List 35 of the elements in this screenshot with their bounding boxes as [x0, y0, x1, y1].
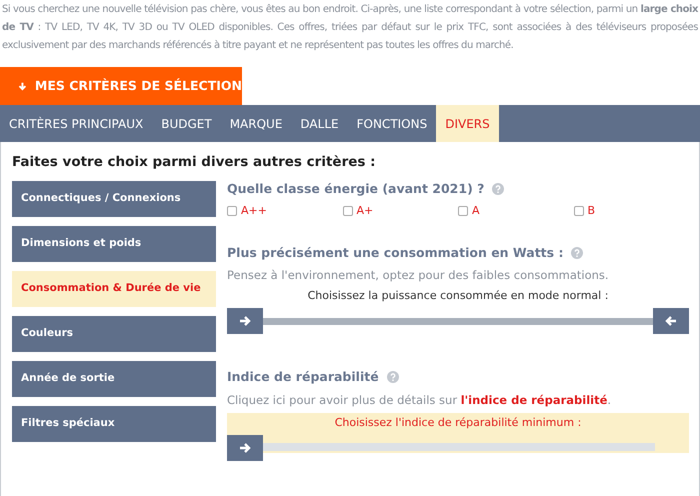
repair-text: Cliquez ici pour avoir plus de détails sur l'indice de réparabilité.: [227, 392, 612, 409]
sidebar-item[interactable]: Consommation & Durée de vie: [12, 271, 216, 307]
left-arrow-icon: [665, 315, 677, 327]
right-arrow-icon: [239, 315, 251, 327]
energy-checkbox[interactable]: B: [574, 203, 689, 220]
watts-hint: Pensez à l'environnement, optez pour des faibles consommations.: [227, 267, 610, 284]
slider-handle[interactable]: [227, 308, 263, 334]
watts-title: Plus précisément une consommation en Watts :: [227, 244, 689, 262]
panel-title: Faites votre choix parmi divers autres critères :: [12, 153, 377, 172]
repair-title: Indice de réparabilité: [227, 368, 689, 387]
repair-link[interactable]: l'indice de réparabilité: [460, 392, 608, 407]
sidebar-item[interactable]: Connectiques / Connexions: [12, 181, 216, 217]
repair-slider-label: Choisissez l'indice de réparabilité minimum :: [334, 415, 582, 431]
tab[interactable]: BUDGET: [152, 105, 221, 142]
slider-handle[interactable]: [227, 435, 263, 461]
energy-checkbox[interactable]: A: [458, 203, 574, 220]
energy-checkbox[interactable]: A++: [227, 203, 342, 220]
sidebar-item[interactable]: Dimensions et poids: [12, 226, 216, 262]
energy-title: Quelle classe énergie (avant 2021) ?: [227, 181, 689, 197]
sidebar-item[interactable]: Couleurs: [12, 316, 216, 352]
tab[interactable]: DIVERS: [436, 105, 499, 142]
tab[interactable]: FONCTIONS: [348, 105, 436, 142]
right-arrow-icon: [239, 442, 251, 454]
energy-checkbox[interactable]: A+: [342, 203, 458, 220]
tab[interactable]: MARQUE: [220, 105, 292, 142]
criteria-button[interactable]: MES CRITÈRES DE SÉLECTION: [0, 67, 242, 105]
tab[interactable]: CRITÈRES PRINCIPAUX: [0, 105, 152, 142]
intro-paragraph: Si vous cherchez une nouvelle télévision pas chère, vous êtes au bon endroit. Ci-après, une liste correspondant à votre sélection, parmi un large choix de TV : TV LED, TV 4K, TV 3D ou TV OLED disponibles. Ces offres, triées par défaut sur le prix TFC, sont associées à des téléviseurs proposées exclusivement par des marchands référencés à titre payant et ne représentent pas toutes les offres du marché.: [1, 3, 700, 53]
watts-slider[interactable]: [227, 308, 689, 334]
slider-handle[interactable]: [653, 308, 689, 334]
sidebar-item[interactable]: Filtres spéciaux: [12, 406, 216, 442]
sidebar-item[interactable]: Année de sortie: [12, 361, 216, 397]
watts-slider-label: Choisissez la puissance consommée en mode normal :: [306, 288, 610, 304]
repair-slider[interactable]: [227, 435, 655, 461]
tab[interactable]: DALLE: [291, 105, 348, 142]
